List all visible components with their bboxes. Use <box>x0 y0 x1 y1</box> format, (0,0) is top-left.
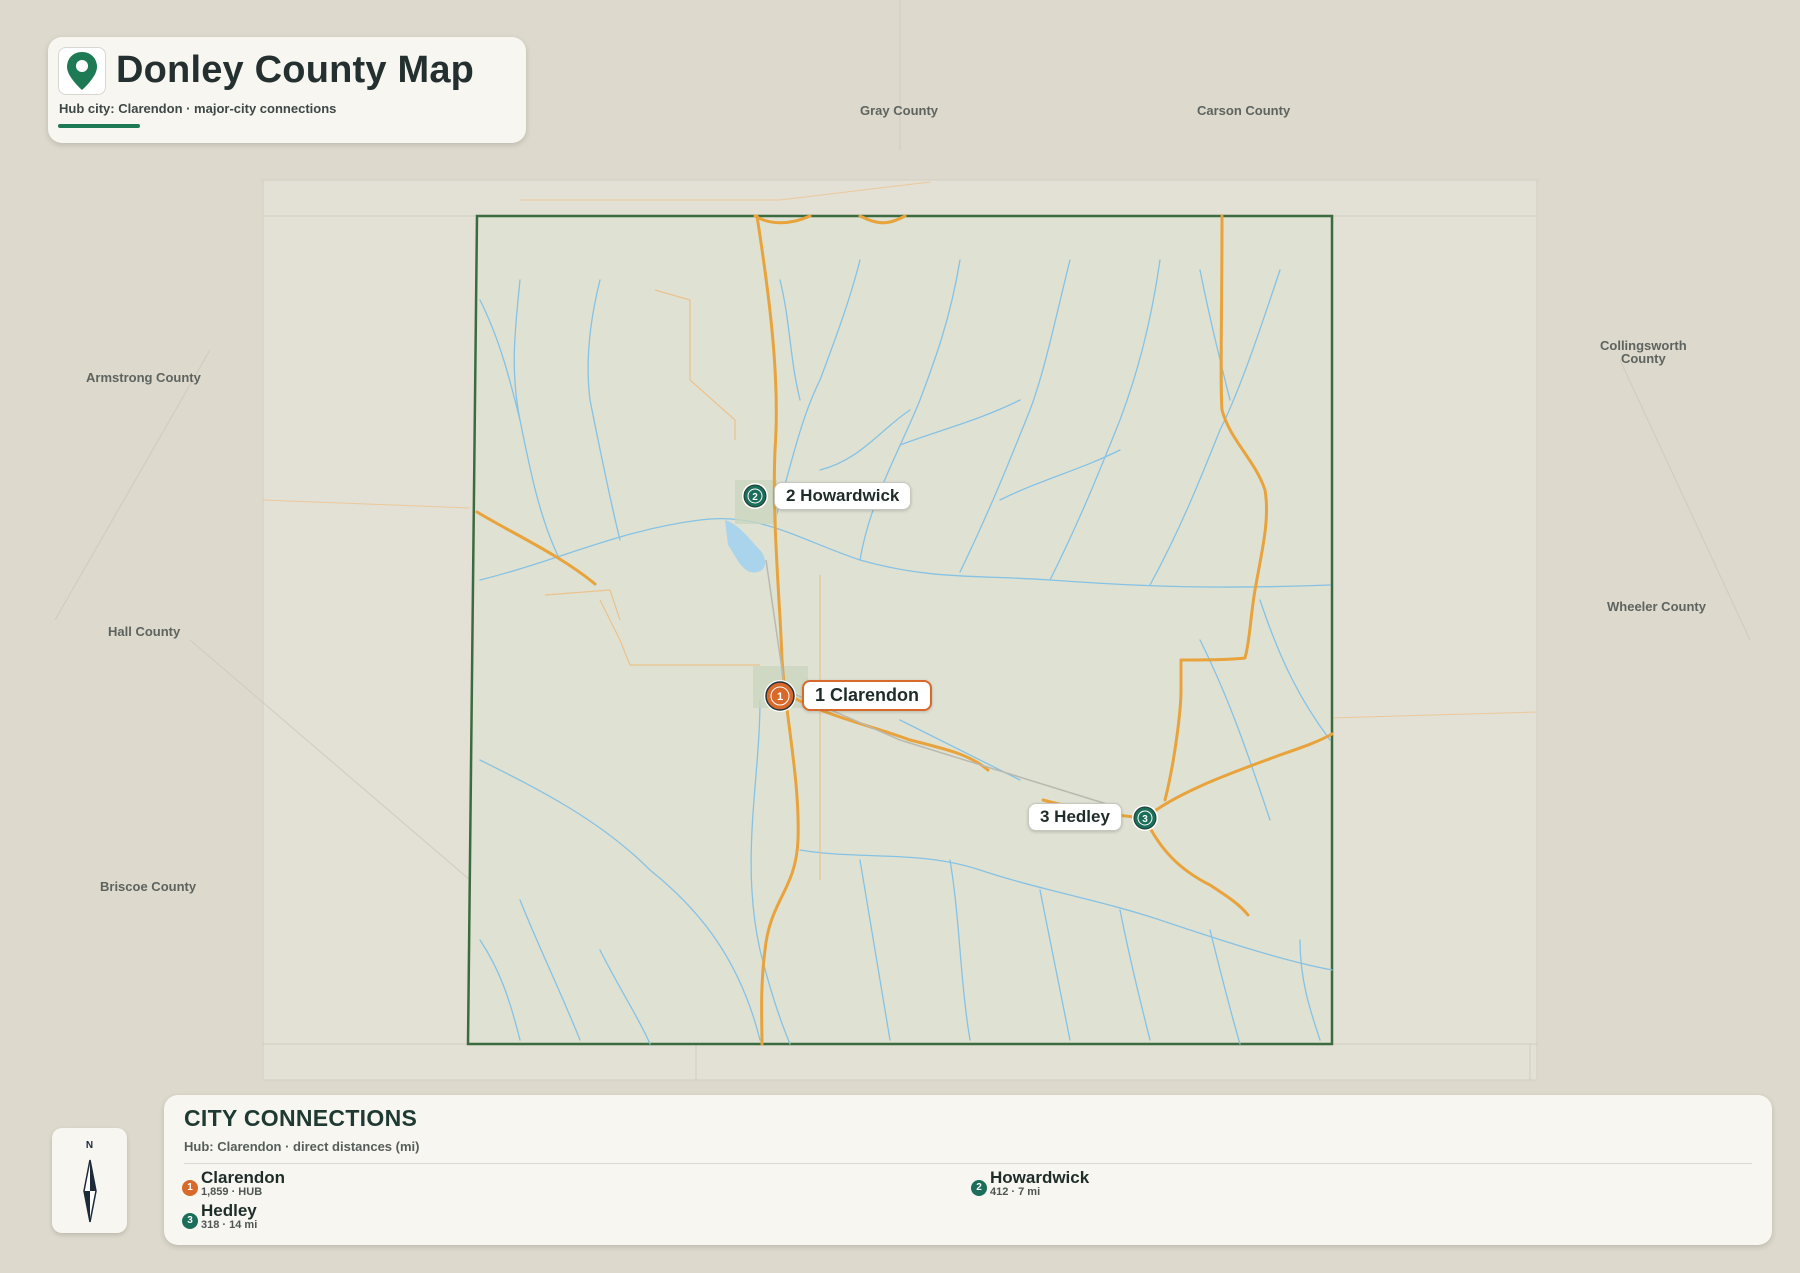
north-arrow: N <box>52 1128 127 1233</box>
page-title: Donley County Map <box>116 49 475 91</box>
title-accent-bar <box>58 124 140 128</box>
entry-name: Clarendon <box>201 1168 286 1187</box>
entry-meta: 318 · 14 mi <box>201 1219 258 1231</box>
city-label-howardwick[interactable]: 2 Howardwick <box>774 482 912 510</box>
map-pin-icon <box>58 47 106 95</box>
county-label-carson: Carson County <box>1197 103 1291 118</box>
title-card: Donley County Map Hub city: Clarendon · … <box>48 37 526 143</box>
city-label-clarendon[interactable]: 1 Clarendon <box>802 680 933 711</box>
marker-number: 3 <box>1142 814 1148 825</box>
county-label-briscoe: Briscoe County <box>100 879 197 894</box>
panel-title: CITY CONNECTIONS <box>184 1105 418 1131</box>
north-label: N <box>85 1140 94 1151</box>
county-label-collingsworth: Collingsworth County <box>1600 338 1687 366</box>
donley-county-boundary <box>466 214 1334 1046</box>
panel-divider <box>184 1163 1752 1164</box>
entry-name: Hedley <box>201 1201 257 1220</box>
city-marker-howardwick[interactable]: 2 <box>742 483 768 509</box>
city-marker-hedley[interactable]: 3 <box>1132 805 1158 831</box>
entry-name: Howardwick <box>990 1168 1090 1187</box>
compass-needle-icon <box>83 1159 97 1223</box>
county-label-armstrong: Armstrong County <box>86 370 201 385</box>
marker-number: 1 <box>777 691 783 703</box>
page-subtitle: Hub city: Clarendon · major-city connect… <box>59 101 337 116</box>
city-connections-panel: CITY CONNECTIONS Hub: Clarendon · direct… <box>164 1095 1772 1245</box>
entry-meta: 1,859 · HUB <box>201 1186 263 1198</box>
county-label-gray: Gray County <box>860 103 939 118</box>
marker-number: 2 <box>752 492 758 503</box>
entry-number-badge: 1 <box>182 1180 198 1196</box>
entry-meta: 412 · 7 mi <box>990 1186 1041 1198</box>
map-canvas[interactable]: 2 1 3 <box>0 0 1800 1273</box>
panel-subtitle: Hub: Clarendon · direct distances (mi) <box>184 1139 420 1154</box>
county-label-wheeler: Wheeler County <box>1607 599 1706 614</box>
city-label-hedley[interactable]: 3 Hedley <box>1028 803 1122 831</box>
entry-number-badge: 3 <box>182 1213 198 1229</box>
entry-number-badge: 2 <box>971 1180 987 1196</box>
county-label-hall: Hall County <box>108 624 181 639</box>
city-marker-clarendon[interactable]: 1 <box>764 680 796 712</box>
